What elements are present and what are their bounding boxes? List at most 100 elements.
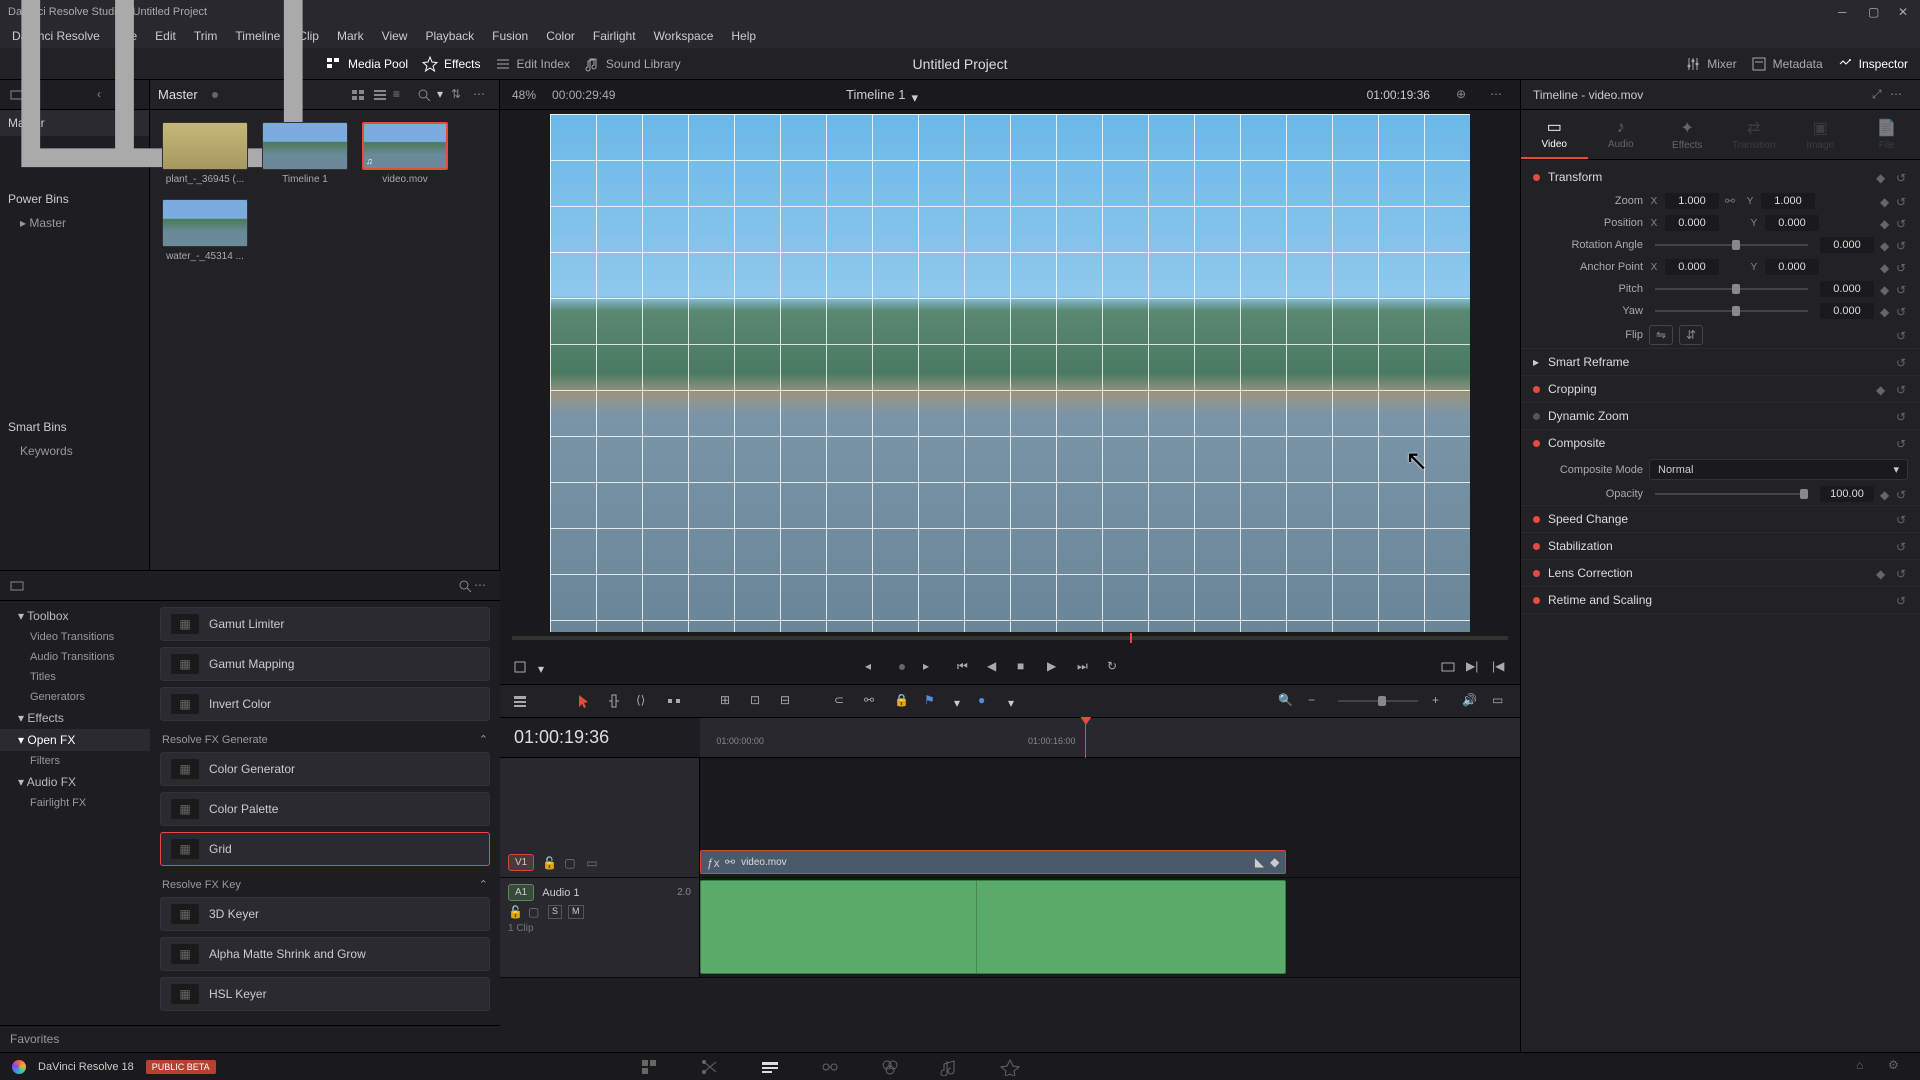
- opacity-slider[interactable]: [1655, 493, 1808, 495]
- inspector-tab-file[interactable]: 📄File: [1854, 110, 1920, 159]
- viewer-scrubber[interactable]: [500, 636, 1520, 650]
- section-enable-dot[interactable]: [1533, 570, 1540, 577]
- fx-panel-icon[interactable]: [8, 578, 26, 594]
- settings-button[interactable]: ⚙: [1888, 1058, 1908, 1076]
- section-enable-dot[interactable]: [1533, 174, 1540, 181]
- insert-clip-button[interactable]: ⊞: [720, 693, 736, 709]
- layout-presets-button[interactable]: [12, 0, 312, 214]
- fx-item-gamut-limiter[interactable]: ▦Gamut Limiter: [160, 607, 490, 641]
- track-id-v1[interactable]: V1: [508, 854, 534, 871]
- section-enable-dot[interactable]: [1533, 597, 1540, 604]
- zoom-out-button[interactable]: −: [1308, 693, 1324, 709]
- rotation-input[interactable]: [1820, 237, 1874, 253]
- expand-icon[interactable]: ⤢: [1872, 87, 1890, 103]
- composite-header[interactable]: Composite↺: [1521, 430, 1920, 456]
- media-page-tab[interactable]: [640, 1058, 660, 1076]
- close-button[interactable]: ✕: [1898, 5, 1912, 19]
- edit-page-tab[interactable]: [760, 1058, 780, 1076]
- viewer-canvas[interactable]: ↖: [550, 114, 1470, 632]
- color-page-tab[interactable]: [880, 1058, 900, 1076]
- reset-icon[interactable]: ↺: [1896, 305, 1908, 317]
- anchor-x-input[interactable]: [1665, 259, 1719, 275]
- section-enable-dot[interactable]: [1533, 543, 1540, 550]
- timeline-search-icon[interactable]: 🔍: [1278, 693, 1294, 709]
- snap-toggle[interactable]: ⊂: [834, 693, 850, 709]
- timeline-ruler[interactable]: 01:00:00:00 01:00:16:00: [700, 718, 1520, 757]
- effects-toggle[interactable]: Effects: [422, 56, 480, 72]
- reset-icon[interactable]: ↺: [1896, 195, 1908, 207]
- keyframe-icon[interactable]: ◆: [1880, 217, 1892, 229]
- fx-item-3d-keyer[interactable]: ▦3D Keyer: [160, 897, 490, 931]
- go-start-button[interactable]: ⏮: [957, 659, 973, 675]
- yaw-input[interactable]: [1820, 303, 1874, 319]
- keyframe-icon[interactable]: ◆: [1880, 488, 1892, 500]
- loop-button[interactable]: ↻: [1107, 659, 1123, 675]
- keyframe-icon[interactable]: ◆: [1880, 195, 1892, 207]
- cut-page-tab[interactable]: [700, 1058, 720, 1076]
- options-icon[interactable]: ⋯: [1890, 87, 1908, 103]
- pos-x-input[interactable]: [1665, 215, 1719, 231]
- stabilization-header[interactable]: Stabilization↺: [1521, 533, 1920, 559]
- edit-index-toggle[interactable]: Edit Index: [495, 56, 570, 72]
- dynamic-zoom-header[interactable]: Dynamic Zoom↺: [1521, 403, 1920, 429]
- lens-correction-header[interactable]: Lens Correction◆↺: [1521, 560, 1920, 586]
- mixer-toggle[interactable]: Mixer: [1685, 56, 1736, 72]
- replace-clip-button[interactable]: ⊟: [780, 693, 796, 709]
- fx-item-hsl-keyer[interactable]: ▦HSL Keyer: [160, 977, 490, 1011]
- zoom-y-input[interactable]: [1761, 193, 1815, 209]
- fx-category-titles[interactable]: Titles: [0, 667, 150, 687]
- reset-icon[interactable]: ↺: [1896, 261, 1908, 273]
- pitch-input[interactable]: [1820, 281, 1874, 297]
- lock-icon[interactable]: 🔓: [508, 905, 522, 919]
- link-icon[interactable]: ⚯: [1725, 194, 1739, 208]
- keyframe-icon[interactable]: ◆: [1880, 261, 1892, 273]
- keyframe-icon[interactable]: ◆: [1876, 171, 1888, 183]
- reset-icon[interactable]: ↺: [1896, 239, 1908, 251]
- media-clip[interactable]: water_-_45314 ...: [162, 199, 248, 262]
- fx-category-toolbox[interactable]: ▾ Toolbox: [0, 605, 150, 627]
- video-clip[interactable]: ƒx ⚯ video.mov ◣ ◆: [700, 850, 1286, 874]
- maximize-button[interactable]: ▢: [1868, 5, 1882, 19]
- chevron-down-icon[interactable]: ▾: [538, 662, 548, 672]
- metadata-toggle[interactable]: Metadata: [1751, 56, 1823, 72]
- prev-edit-icon[interactable]: ◂: [865, 659, 881, 675]
- section-enable-dot[interactable]: [1533, 413, 1540, 420]
- transform-section-header[interactable]: Transform ◆ ↺: [1521, 164, 1920, 190]
- fairlight-page-tab[interactable]: [940, 1058, 960, 1076]
- fx-item-gamut-mapping[interactable]: ▦Gamut Mapping: [160, 647, 490, 681]
- reset-icon[interactable]: ↺: [1896, 410, 1908, 422]
- lock-icon[interactable]: 🔓: [542, 856, 556, 870]
- fx-category-effects[interactable]: ▾ Effects: [0, 707, 150, 729]
- keyframe-icon[interactable]: ◆: [1876, 383, 1888, 395]
- yaw-slider[interactable]: [1655, 310, 1808, 312]
- clip-fade-icon[interactable]: ◣: [1255, 855, 1264, 869]
- timeline-timecode[interactable]: 01:00:19:36: [514, 727, 609, 748]
- auto-select-icon[interactable]: ▢: [564, 856, 578, 870]
- inspector-toggle[interactable]: Inspector: [1837, 56, 1908, 72]
- fx-category-generators[interactable]: Generators: [0, 687, 150, 707]
- retime-header[interactable]: Retime and Scaling↺: [1521, 587, 1920, 613]
- zoom-in-button[interactable]: +: [1432, 693, 1448, 709]
- auto-select-icon[interactable]: ▢: [528, 905, 542, 919]
- fx-category-video-transitions[interactable]: Video Transitions: [0, 627, 150, 647]
- reset-icon[interactable]: ↺: [1896, 329, 1908, 341]
- options-icon[interactable]: ⋯: [474, 578, 492, 594]
- chevron-down-icon[interactable]: ▾: [954, 696, 964, 706]
- fx-category-audio-fx[interactable]: ▾ Audio FX: [0, 771, 150, 793]
- inspector-tab-transition[interactable]: ⇄Transition: [1721, 110, 1788, 159]
- fx-item-alpha-matte-shrink-and-grow[interactable]: ▦Alpha Matte Shrink and Grow: [160, 937, 490, 971]
- marker-button[interactable]: ●: [978, 693, 994, 709]
- chevron-down-icon[interactable]: ▾: [1008, 696, 1018, 706]
- media-pool-toggle[interactable]: Media Pool: [326, 56, 408, 72]
- fx-item-color-palette[interactable]: ▦Color Palette: [160, 792, 490, 826]
- cropping-header[interactable]: Cropping◆↺: [1521, 376, 1920, 402]
- fx-category-open-fx[interactable]: ▾ Open FX: [0, 729, 150, 751]
- fx-item-invert-color[interactable]: ▦Invert Color: [160, 687, 490, 721]
- minimize-button[interactable]: ─: [1838, 5, 1852, 19]
- fx-category-fairlight-fx[interactable]: Fairlight FX: [0, 793, 150, 813]
- disable-track-icon[interactable]: ▭: [586, 856, 600, 870]
- reset-icon[interactable]: ↺: [1896, 283, 1908, 295]
- fx-category-filters[interactable]: Filters: [0, 751, 150, 771]
- keyframe-icon[interactable]: ◆: [1876, 567, 1888, 579]
- pitch-slider[interactable]: [1655, 288, 1808, 290]
